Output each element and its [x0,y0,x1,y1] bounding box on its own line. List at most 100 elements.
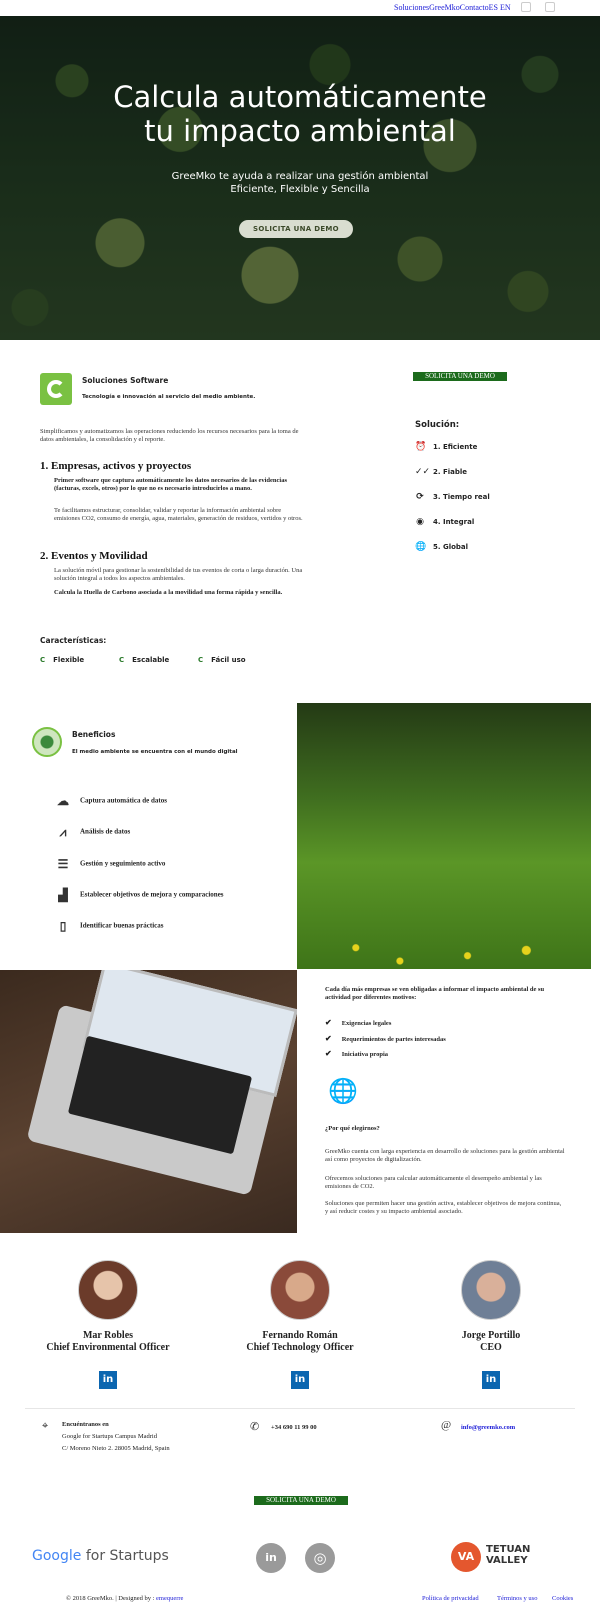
benefit-label: Análisis de datos [80,827,131,836]
features-title: Características: [40,636,107,645]
laptop-photo [0,970,297,1233]
copyright-text: © 2018 GreeMko. | Designed by : [66,1595,155,1602]
document-icon: ▯ [59,919,67,933]
team-role: Chief Environmental Officer [46,1342,170,1353]
greemko-logo-icon [40,373,72,405]
feature-facil-uso: C Fácil uso [198,656,246,664]
solution-item-tiempo-real: ⟳ 3. Tiempo real [415,492,490,502]
tv-line1: TETUAN [486,1544,531,1555]
lang-en-link[interactable]: EN [500,3,511,12]
section1-text: Te facilitamos estructurar, consolidar, … [54,507,303,522]
software-demo-button[interactable]: SOLICITA UNA DEMO [413,372,507,381]
hero-title: Calcula automáticamente tu impacto ambie… [0,80,600,148]
benefit-label: Establecer objetivos de mejora y compara… [80,890,224,899]
greemko-mark-icon: C [119,656,125,664]
feature-escalable: C Escalable [119,656,169,664]
checklist-icon: ☰ [57,857,69,871]
hero-subtitle-line2: Eficiente, Flexible y Sencilla [230,184,370,195]
solution-item-label: 1. Eficiente [433,443,478,451]
benefit-label: Identificar buenas prácticas [80,921,164,930]
find-us-label: Encuéntranos en [62,1421,109,1428]
why-question: ¿Por qué elegirnos? [325,1125,380,1132]
benefit-item: ☰ Gestión y seguimiento activo [54,856,166,872]
place-name: Google for Startups Campus Madrid [62,1433,157,1440]
team-name: Fernando Román [262,1330,338,1341]
solution-title: Solución: [415,420,460,430]
search-icon[interactable] [521,2,531,12]
section1-bold: Primer software que captura automáticame… [54,477,288,492]
double-check-icon: ✓✓ [415,467,431,477]
team-member: Jorge Portillo CEO in [401,1260,581,1389]
designer-link[interactable]: emequerre [156,1595,183,1602]
avatar [78,1260,138,1320]
hero-banner: Calcula automáticamente tu impacto ambie… [0,16,600,340]
linkedin-icon[interactable]: in [291,1371,309,1389]
benefit-item: ⩘ Análisis de datos [54,824,131,840]
linkedin-circle-icon[interactable]: in [256,1543,286,1573]
terms-link[interactable]: Términos y uso [497,1595,537,1602]
solution-item-label: 3. Tiempo real [433,493,490,501]
globe-icon: 🌐 [415,542,427,552]
section2-bold: Calcula la Huella de Carbono asociada a … [54,589,283,596]
hero-title-line2: tu impacto ambiental [144,114,456,148]
linkedin-icon[interactable]: in [482,1371,500,1389]
chart-icon: ⩘ [59,825,67,839]
email-link[interactable]: info@greemko.com [461,1422,515,1434]
why-item-label: Exigencias legales [341,1020,392,1027]
hero-demo-button[interactable]: SOLICITA UNA DEMO [239,220,353,238]
target-icon: ◉ [416,517,424,527]
user-icon[interactable] [545,2,555,12]
tv-line2: VALLEY [486,1555,528,1566]
copyright: © 2018 GreeMko. | Designed by : emequerr… [66,1595,183,1602]
bar-chart-icon: ▟ [58,888,68,902]
why-item-label: Requerimientos de partes interesadas [341,1036,446,1043]
benefit-item: ☁ Captura automática de datos [54,793,167,809]
solution-item-fiable: ✓✓ 2. Fiable [415,467,467,477]
phone-text[interactable]: +34 690 11 99 00 [271,1422,317,1434]
solution-item-label: 2. Fiable [433,468,468,476]
software-subtitle: Tecnología e innovación al servicio del … [82,394,256,400]
globe-hand-icon: 🌐 [328,1079,358,1105]
startups-word: for Startups [81,1548,169,1564]
why-item: ✔ Requerimientos de partes interesadas [325,1034,446,1043]
tetuan-valley-text[interactable]: TETUAN VALLEY [486,1544,530,1566]
phone-icon: ✆ [250,1421,260,1433]
team-member: Mar Robles Chief Environmental Officer i… [18,1260,198,1389]
feature-flexible: C Flexible [40,656,84,664]
tetuan-valley-logo-icon: VA [451,1542,481,1572]
solution-item-label: 5. Global [433,543,469,551]
why-item: ✔ Iniciativa propia [325,1049,388,1058]
benefits-title: Beneficios [72,730,116,739]
solution-item-eficiente: ⏰ 1. Eficiente [415,442,477,452]
linkedin-icon[interactable]: in [99,1371,117,1389]
grass-photo [297,703,591,969]
sync-icon: ⟳ [416,492,424,502]
benefits-subtitle: El medio ambiente se encuentra con el mu… [72,749,238,755]
top-nav: SolucionesGreeMkoContactoES EN [0,0,600,16]
solution-item-label: 4. Integral [433,518,475,526]
cloud-upload-icon: ☁ [57,794,69,808]
google-for-startups-logo[interactable]: Google for Startups [32,1548,169,1564]
benefit-label: Gestión y seguimiento activo [80,859,166,868]
software-title: Soluciones Software [82,376,169,385]
why-intro: Cada día más empresas se ven obligadas a… [325,986,545,1001]
feature-label: Fácil uso [211,656,246,664]
team-name: Mar Robles [82,1330,134,1341]
feature-label: Flexible [53,656,85,664]
check-icon: ✔ [325,1018,332,1027]
avatar [270,1260,330,1320]
why-paragraph-3: Soluciones que permiten hacer una gestió… [325,1200,562,1215]
instagram-icon[interactable]: ◎ [305,1543,335,1573]
cookies-link[interactable]: Cookies [552,1595,573,1602]
nav-links[interactable]: SolucionesGreeMkoContactoES [394,3,498,12]
why-paragraph-1: GreeMko cuenta con larga experiencia en … [325,1148,565,1163]
benefit-item: ▟ Establecer objetivos de mejora y compar… [54,887,224,903]
alarm-clock-icon: ⏰ [415,442,427,452]
footer-demo-button[interactable]: SOLICITA UNA DEMO [254,1496,348,1505]
feature-label: Escalable [132,656,170,664]
team-member: Fernando Román Chief Technology Officer … [210,1260,390,1389]
why-paragraph-2: Ofrecemos soluciones para calcular autom… [325,1175,542,1190]
section2-title: 2. Eventos y Movilidad [40,550,148,562]
privacy-link[interactable]: Política de privacidad [422,1595,479,1602]
greemko-mark-icon: C [198,656,204,664]
